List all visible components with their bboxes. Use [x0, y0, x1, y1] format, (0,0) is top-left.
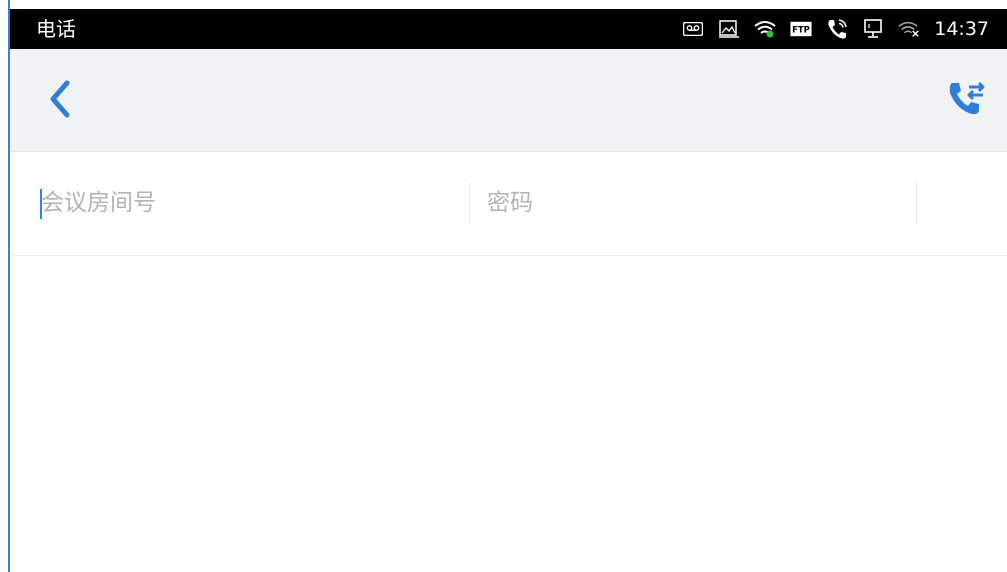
back-button[interactable] [40, 79, 80, 123]
ftp-label: FTP [792, 24, 810, 34]
chevron-left-icon [47, 79, 73, 123]
password-input[interactable] [487, 180, 907, 226]
call-transfer-button[interactable] [945, 79, 989, 123]
status-icons: FTP 14:37 [668, 9, 1007, 49]
call-transfer-icon [947, 79, 987, 123]
wifi-off-icon [898, 18, 920, 40]
content-area [10, 256, 1007, 572]
voicemail-icon [682, 18, 704, 40]
field-divider [469, 182, 470, 224]
room-number-input[interactable] [41, 180, 461, 226]
status-time: 14:37 [934, 18, 989, 40]
call-icon [826, 18, 848, 40]
monitor-icon [862, 18, 884, 40]
toolbar [10, 49, 1007, 152]
meeting-form [10, 152, 1007, 256]
image-icon [718, 18, 740, 40]
status-app-name: 电话 [36, 17, 76, 41]
ftp-icon: FTP [790, 18, 812, 40]
field-divider [916, 182, 917, 224]
wifi-icon [754, 18, 776, 40]
phone-screen: 电话 FTP 14:37 会议房间号 密码 [0, 0, 1007, 572]
status-bar: 电话 FTP 14:37 [10, 9, 1007, 49]
